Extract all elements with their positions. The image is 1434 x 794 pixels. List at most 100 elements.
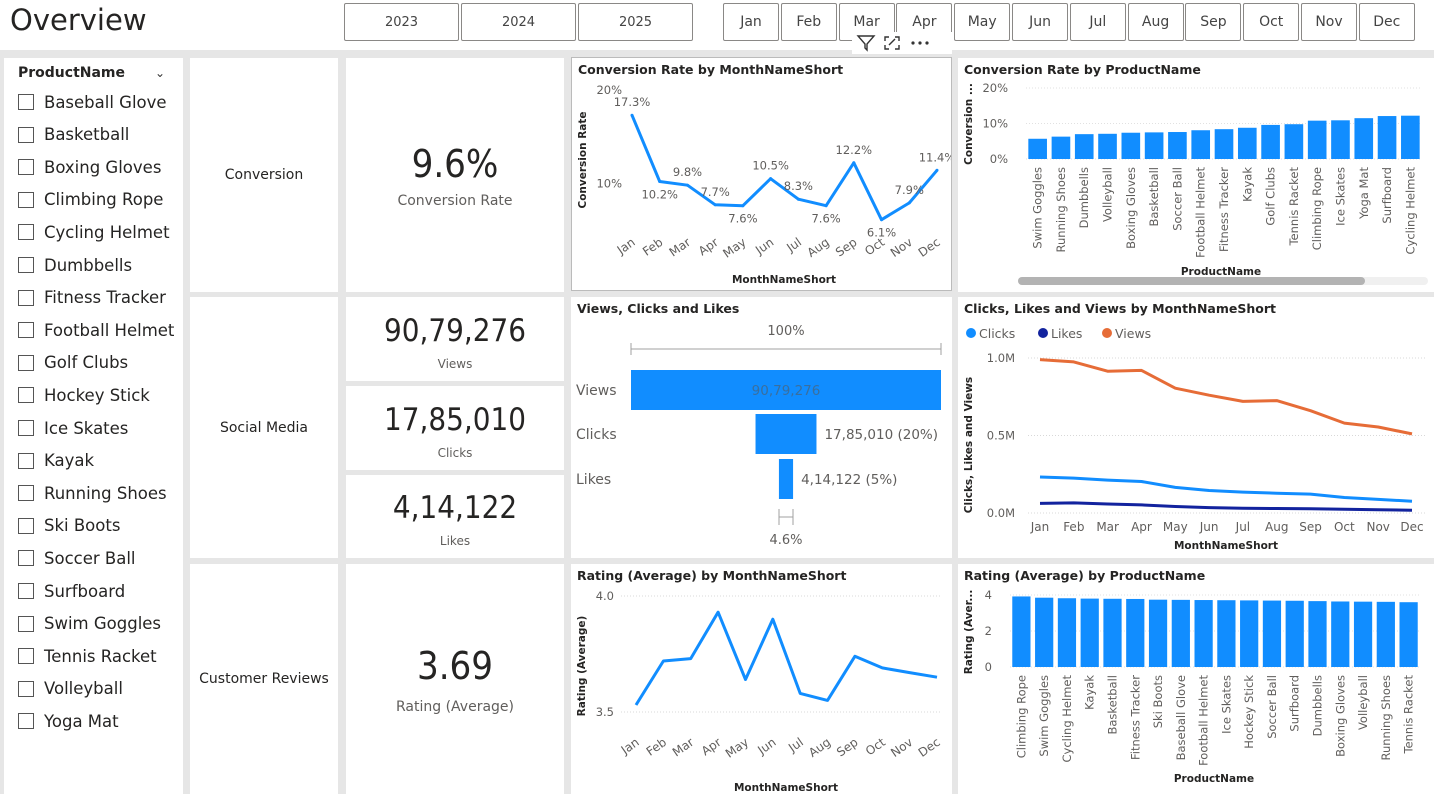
- checkbox[interactable]: [18, 224, 34, 241]
- month-button-aug[interactable]: Aug: [1127, 3, 1184, 41]
- slicer-item[interactable]: Fitness Tracker: [18, 286, 166, 310]
- slicer-item[interactable]: Golf Clubs: [18, 351, 128, 375]
- y-tick-label: 4.0: [596, 589, 614, 603]
- chart-clicks-likes-views-by-month[interactable]: Clicks, Likes and Views by MonthNameShor…: [958, 297, 1434, 558]
- year-button-2024[interactable]: 2024: [461, 3, 576, 41]
- slicer-item[interactable]: Swim Goggles: [18, 612, 161, 636]
- filter-icon[interactable]: [856, 34, 876, 52]
- slicer-item[interactable]: Kayak: [18, 449, 94, 473]
- slicer-item[interactable]: Surfboard: [18, 579, 125, 603]
- x-tick-label: Oct: [863, 735, 888, 759]
- checkbox[interactable]: [18, 713, 34, 730]
- slicer-item[interactable]: Yoga Mat: [18, 709, 119, 733]
- kpi-label: Rating (Average): [395, 699, 514, 715]
- x-tick-label: Sep: [834, 735, 861, 759]
- x-tick-label: Jul: [785, 735, 806, 755]
- checkbox[interactable]: [18, 126, 34, 143]
- chart-conversion-by-month[interactable]: Conversion Rate by MonthNameShort 10% 20%…: [571, 57, 952, 291]
- chart-conversion-by-product[interactable]: Conversion Rate by ProductName 0% 10% 20% C…: [958, 58, 1434, 292]
- kpi-label: Conversion Rate: [397, 193, 513, 209]
- x-tick-label: Sep: [1299, 520, 1322, 534]
- data-point: [658, 179, 662, 183]
- checkbox[interactable]: [18, 257, 34, 273]
- slicer-item-label: Volleyball: [44, 679, 123, 699]
- x-tick-label: Aug: [806, 735, 833, 760]
- checkbox[interactable]: [18, 452, 34, 469]
- checkbox[interactable]: [18, 420, 34, 436]
- slicer-item[interactable]: Cycling Helmet: [18, 220, 170, 244]
- checkbox[interactable]: [18, 94, 34, 110]
- x-tick-label: Jan: [614, 235, 638, 258]
- month-button-may[interactable]: May: [954, 3, 1011, 41]
- month-button-jan[interactable]: Jan: [723, 3, 779, 41]
- slicer-item[interactable]: Boxing Gloves: [18, 155, 161, 179]
- slicer-item[interactable]: Ski Boots: [18, 514, 120, 538]
- conversion-product-svg: 0% 10% 20% Conversion ... ProductName Swim Go…: [963, 81, 1428, 285]
- x-tick-label: Hockey Stick: [1242, 675, 1256, 749]
- slicer-item[interactable]: Soccer Ball: [18, 546, 136, 570]
- slicer-item[interactable]: Hockey Stick: [18, 383, 150, 407]
- slicer-item[interactable]: Running Shoes: [18, 481, 167, 505]
- bar: [1261, 124, 1280, 159]
- slicer-item[interactable]: Football Helmet: [18, 318, 174, 342]
- x-tick-label: Basketball: [1147, 167, 1161, 227]
- slicer-item[interactable]: Ice Skates: [18, 416, 128, 440]
- bar: [1237, 127, 1257, 159]
- month-button-oct[interactable]: Oct: [1243, 3, 1300, 41]
- checkbox[interactable]: [18, 517, 34, 534]
- more-options-icon[interactable]: [908, 34, 932, 52]
- y-tick-label: 2: [985, 624, 992, 638]
- chart-views-clicks-likes-funnel[interactable]: Views, Clicks and Likes 100% Views 90,79,2…: [571, 297, 952, 558]
- x-tick-label: Feb: [644, 735, 669, 759]
- data-label: 10.5%: [752, 159, 789, 173]
- slicer-item[interactable]: Tennis Racket: [18, 644, 157, 668]
- bar: [1191, 130, 1211, 159]
- x-axis-title: MonthNameShort: [1174, 540, 1278, 552]
- slicer-item[interactable]: Baseball Glove: [18, 90, 167, 114]
- checkbox[interactable]: [18, 191, 34, 208]
- checkbox[interactable]: [18, 550, 34, 567]
- checkbox[interactable]: [18, 583, 34, 599]
- legend-label: Likes: [1051, 326, 1082, 341]
- x-tick-label: Volleyball: [1101, 167, 1115, 222]
- month-button-sep[interactable]: Sep: [1185, 3, 1242, 41]
- checkbox[interactable]: [18, 354, 34, 371]
- checkbox[interactable]: [18, 648, 34, 665]
- slicer-item[interactable]: Dumbbells: [18, 253, 132, 277]
- chevron-down-icon[interactable]: ⌄: [155, 66, 165, 80]
- slicer-item[interactable]: Basketball: [18, 123, 129, 147]
- checkbox[interactable]: [18, 322, 34, 339]
- month-button-jul[interactable]: Jul: [1069, 3, 1126, 41]
- slicer-item[interactable]: Climbing Rope: [18, 188, 163, 212]
- x-tick-label: Mar: [667, 235, 694, 259]
- section-conversion: Conversion: [190, 58, 338, 292]
- data-point: [630, 113, 634, 117]
- kpi-conversion-rate: 9.6% Conversion Rate: [346, 58, 564, 292]
- year-button-2023[interactable]: 2023: [344, 3, 459, 41]
- checkbox[interactable]: [18, 615, 34, 632]
- y-tick-label: 10%: [596, 176, 622, 190]
- month-button-dec[interactable]: Dec: [1358, 3, 1415, 41]
- bar: [1353, 601, 1373, 667]
- bar: [1354, 118, 1374, 159]
- slicer-item-label: Surfboard: [44, 581, 126, 601]
- checkbox[interactable]: [18, 387, 34, 404]
- checkbox[interactable]: [18, 289, 34, 306]
- slicer-item-label: Climbing Rope: [44, 190, 164, 210]
- month-button-jun[interactable]: Jun: [1012, 3, 1068, 41]
- year-button-2025[interactable]: 2025: [578, 3, 693, 41]
- slicer-item-label: Baseball Glove: [44, 92, 167, 112]
- chart-rating-by-month[interactable]: Rating (Average) by MonthNameShort 3.5 4.…: [571, 564, 952, 794]
- legend-label: Views: [1115, 326, 1151, 341]
- focus-mode-icon[interactable]: [882, 34, 902, 52]
- checkbox[interactable]: [18, 485, 34, 502]
- checkbox[interactable]: [18, 680, 34, 697]
- slicer-item[interactable]: Volleyball: [18, 677, 123, 701]
- x-tick-label: Yoga Mat: [1357, 167, 1371, 221]
- y-tick-label: 0.5M: [987, 429, 1015, 443]
- bar: [1285, 600, 1304, 667]
- month-button-feb[interactable]: Feb: [780, 3, 837, 41]
- month-button-nov[interactable]: Nov: [1301, 3, 1357, 41]
- chart-rating-by-product[interactable]: Rating (Average) by ProductName 0 2 4 Ratin…: [958, 564, 1434, 794]
- checkbox[interactable]: [18, 159, 34, 176]
